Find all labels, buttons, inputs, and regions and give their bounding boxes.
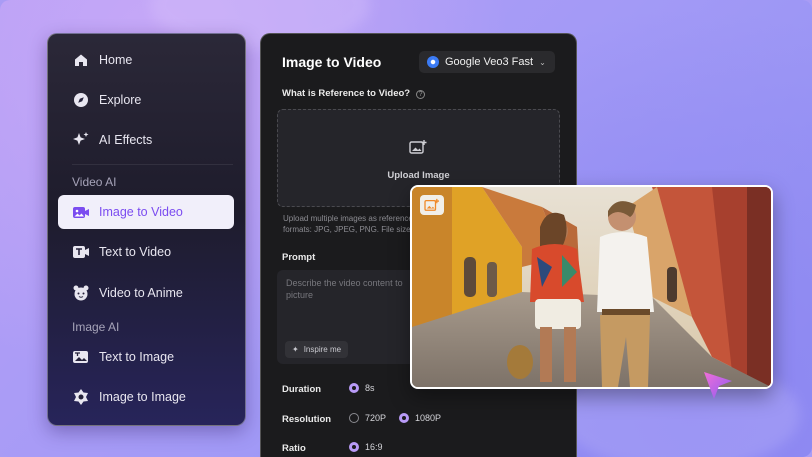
sidebar-item-ai-effects[interactable]: AI Effects [58, 123, 234, 157]
sidebar-item-label: Image to Image [99, 390, 186, 404]
duration-value: 8s [365, 383, 375, 393]
resolution-option-label: 720P [365, 413, 387, 423]
cursor-pointer-icon [704, 372, 732, 399]
model-selector[interactable]: Google Veo3 Fast ⌄ [419, 51, 555, 73]
model-label: Google Veo3 Fast [445, 56, 534, 68]
sidebar-item-label: Text to Video [99, 245, 172, 259]
sidebar-item-text-to-image[interactable]: Text to Image [58, 340, 234, 374]
sparkle-icon [72, 131, 90, 149]
sidebar-item-label: Explore [99, 93, 142, 107]
sidebar-item-text-to-video[interactable]: Text to Video [58, 235, 234, 269]
upload-hint-line: formats: JPG, JPEG, PNG. File size:s [283, 225, 417, 234]
prompt-label: Prompt [282, 252, 316, 263]
sidebar-item-video-to-anime[interactable]: Video to Anime [58, 276, 234, 310]
sidebar: Home Explore AI Effects Video AI Image t… [47, 33, 246, 426]
image-upload-icon [409, 140, 427, 154]
upload-hint-line: Upload multiple images as reference [283, 214, 413, 223]
resolution-option-720p[interactable]: 720P [349, 413, 386, 423]
upload-hint: Upload multiple images as reference form… [283, 213, 417, 235]
sidebar-item-label: Image to Video [99, 205, 183, 219]
radio-selected[interactable] [349, 383, 359, 393]
help-icon[interactable]: ? [416, 90, 426, 99]
image-plus-icon [424, 198, 439, 211]
page-title: Image to Video [282, 54, 382, 70]
ratio-value: 16:9 [365, 442, 383, 452]
sidebar-item-explore[interactable]: Explore [58, 83, 234, 117]
preview-image [410, 185, 773, 389]
sidebar-item-label: Text to Image [99, 350, 175, 364]
ratio-label: Ratio [282, 443, 306, 454]
sidebar-item-label: AI Effects [99, 133, 153, 147]
duration-option[interactable]: 8s [349, 383, 375, 393]
prompt-placeholder: Describe the video content to picture [286, 278, 403, 300]
inspire-me-button[interactable]: ✦ Inspire me [285, 341, 349, 358]
image-image-icon [72, 388, 90, 406]
sidebar-item-label: Home [99, 53, 133, 67]
sidebar-item-home[interactable]: Home [58, 43, 234, 77]
google-logo-icon [427, 56, 439, 68]
photo-badge [420, 195, 444, 215]
street-couple-photo [412, 187, 771, 387]
section-label-image-ai: Image AI [72, 320, 120, 334]
anime-icon [72, 284, 90, 302]
text-video-icon [72, 243, 90, 261]
sidebar-item-image-to-video[interactable]: Image to Video [58, 195, 234, 229]
radio-selected[interactable] [349, 442, 359, 452]
divider [72, 164, 233, 165]
sidebar-item-label: Video to Anime [99, 286, 183, 300]
reference-question-text: What is Reference to Video? [282, 88, 411, 99]
radio-unselected[interactable] [349, 413, 359, 423]
resolution-option-label: 1080P [415, 413, 442, 423]
reference-question: What is Reference to Video?? [282, 88, 426, 99]
resolution-option-1080p[interactable]: 1080P [399, 413, 441, 423]
resolution-label: Resolution [282, 414, 332, 425]
inspire-label: Inspire me [303, 345, 342, 354]
text-image-icon [72, 348, 90, 366]
upload-label: Upload Image [387, 170, 450, 181]
sidebar-item-image-to-image[interactable]: Image to Image [58, 380, 234, 414]
chevron-down-icon: ⌄ [539, 57, 546, 67]
ratio-option[interactable]: 16:9 [349, 442, 383, 452]
section-label-video-ai: Video AI [72, 175, 117, 189]
compass-icon [72, 91, 90, 109]
magic-wand-icon: ✦ [292, 345, 299, 354]
duration-label: Duration [282, 384, 322, 395]
radio-selected[interactable] [399, 413, 409, 423]
home-icon [72, 51, 90, 69]
image-video-icon [72, 203, 90, 221]
